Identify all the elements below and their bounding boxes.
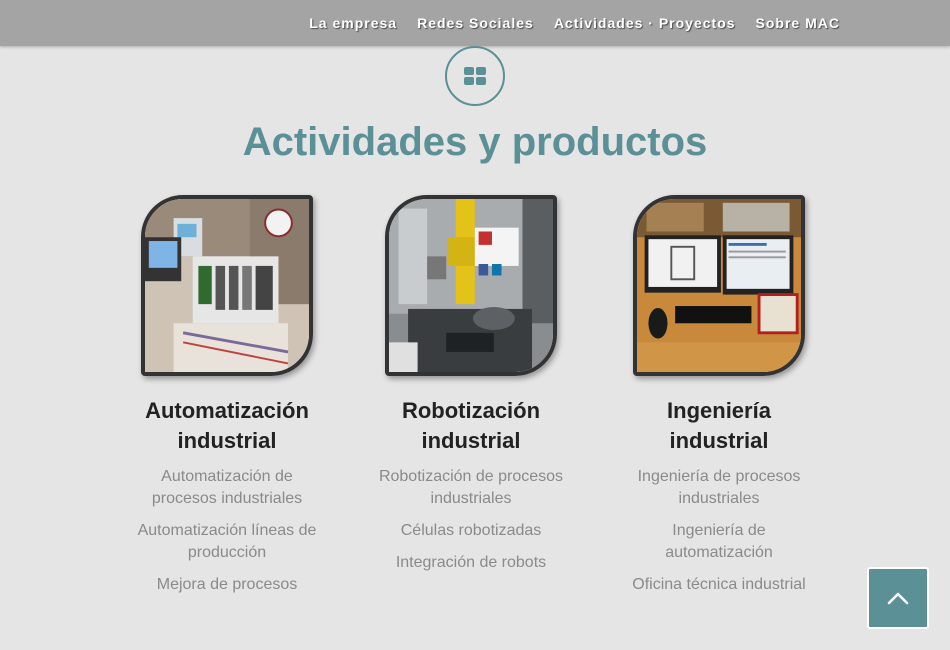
- activity-column-ingenieria: Ingeniería industrial Ingeniería de proc…: [619, 195, 819, 606]
- column-title-line2: industrial: [177, 428, 277, 453]
- list-item: Ingeniería de procesos industriales: [637, 468, 801, 507]
- column-title: Automatización industrial: [127, 396, 327, 456]
- column-title: Ingeniería industrial: [619, 396, 819, 456]
- activity-column-automatizacion: Automatización industrial Automatización…: [127, 195, 327, 606]
- column-title-line1: Robotización: [401, 398, 541, 423]
- list-item: Automatización de procesos industriales: [151, 468, 303, 507]
- nav-link-la-empresa[interactable]: La empresa: [309, 15, 397, 31]
- column-title-line1: Automatización: [145, 398, 309, 423]
- list-item: Ingeniería de automatización: [665, 522, 773, 561]
- list-item: Integración de robots: [395, 554, 547, 571]
- nav-link-sobre-mac[interactable]: Sobre MAC: [756, 15, 840, 31]
- activity-list: Automatización de procesos industriales …: [127, 466, 327, 596]
- activity-list: Robotización de procesos industriales Cé…: [371, 466, 571, 574]
- list-item: Mejora de procesos: [156, 576, 298, 593]
- back-to-top-button[interactable]: [867, 567, 929, 629]
- section-title: Actividades y productos: [242, 120, 708, 164]
- list-item: Robotización de procesos industriales: [378, 468, 564, 507]
- list-item: Células robotizadas: [400, 522, 542, 539]
- list-item: Oficina técnica industrial: [632, 576, 806, 593]
- main-nav: La empresa Redes Sociales Actividades · …: [309, 0, 840, 46]
- activity-column-robotizacion: Robotización industrial Robotización de …: [371, 195, 571, 584]
- column-title: Robotización industrial: [371, 396, 571, 456]
- column-title-line2: industrial: [421, 428, 521, 453]
- automation-image[interactable]: [141, 195, 313, 376]
- grid-icon: [445, 46, 505, 106]
- robotics-image[interactable]: [385, 195, 557, 376]
- engineering-image[interactable]: [633, 195, 805, 376]
- nav-link-actividades-proyectos[interactable]: Actividades · Proyectos: [554, 15, 736, 31]
- nav-link-redes-sociales[interactable]: Redes Sociales: [417, 15, 534, 31]
- top-nav-bar: La empresa Redes Sociales Actividades · …: [0, 0, 950, 46]
- list-item: Automatización líneas de producción: [137, 522, 317, 561]
- chevron-up-icon: [887, 592, 909, 605]
- column-title-line1: Ingeniería: [667, 398, 771, 423]
- column-title-line2: industrial: [669, 428, 769, 453]
- activity-list: Ingeniería de procesos industriales Inge…: [619, 466, 819, 596]
